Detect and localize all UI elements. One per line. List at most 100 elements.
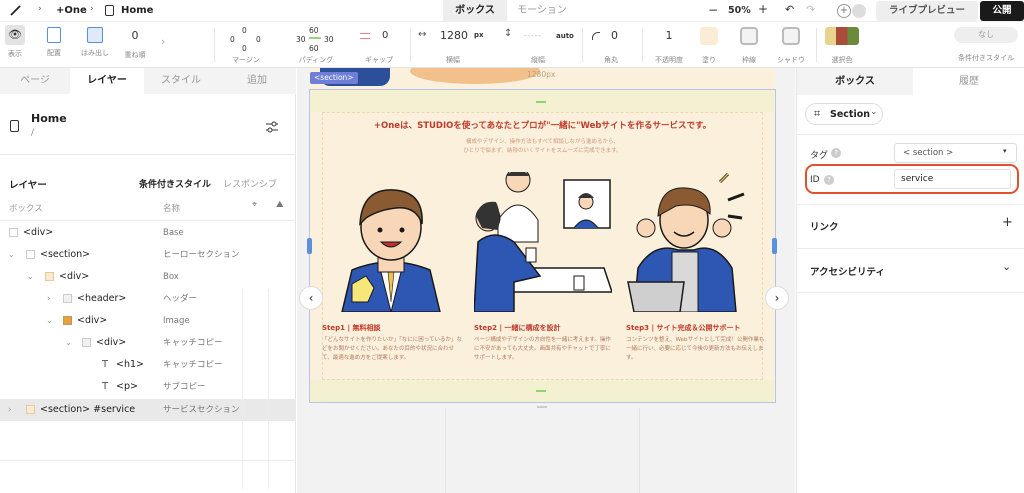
opacity-control[interactable]: 1 不透明度 bbox=[650, 22, 688, 68]
settings-sliders-icon[interactable] bbox=[265, 118, 279, 133]
chevron-right-icon[interactable]: › bbox=[161, 35, 165, 48]
step2-title[interactable]: Step2 | 一緒に構成を設計 bbox=[474, 323, 560, 333]
radius-control[interactable]: 0 角丸 bbox=[586, 22, 636, 68]
conditional-style-tab[interactable]: 条件付きスタイル bbox=[139, 177, 211, 190]
live-preview-button[interactable]: ライブプレビュー bbox=[876, 1, 978, 21]
layer-row[interactable]: ⌄ <div> キャッチコピー bbox=[0, 332, 296, 354]
margin-left[interactable]: 0 bbox=[230, 35, 235, 44]
chevron-down-icon[interactable]: ⌄ bbox=[65, 332, 72, 354]
zindex-value[interactable]: 0 bbox=[120, 22, 150, 50]
undo-icon[interactable]: ↶ bbox=[785, 3, 794, 16]
step2-illustration[interactable] bbox=[474, 172, 612, 312]
zoom-in-button[interactable]: + bbox=[758, 2, 768, 16]
margin-control[interactable]: 0 0 0 0 マージン bbox=[224, 22, 268, 68]
publish-button[interactable]: 公開 bbox=[980, 1, 1024, 21]
tab-style[interactable]: スタイル bbox=[144, 68, 218, 94]
height-value[interactable]: ----- bbox=[524, 32, 542, 40]
step1-desc[interactable]: 「どんなサイトを作りたいか」「なにに困っているか」などをお聞かせください。あなた… bbox=[322, 336, 462, 363]
pointer-icon[interactable]: ⌖ bbox=[252, 200, 257, 210]
tab-history[interactable]: 履歴 bbox=[913, 68, 1024, 95]
redo-icon[interactable]: ↷ bbox=[806, 3, 815, 16]
chevron-right-icon[interactable]: › bbox=[47, 288, 51, 310]
add-collaborator-icon[interactable]: + bbox=[837, 4, 851, 18]
section-badge[interactable]: <section> bbox=[310, 72, 358, 84]
tag-select[interactable]: < section > ▾ bbox=[894, 143, 1017, 163]
padding-handle[interactable] bbox=[536, 101, 546, 103]
padding-left[interactable]: 30 bbox=[296, 35, 306, 44]
step3-desc[interactable]: コンテンツを整え、Webサイトとして完成！公開作業も一緒に行い、必要に応じて今後… bbox=[626, 336, 766, 363]
service-subcopy-2[interactable]: ひとりで悩まず、納得のいくサイトをスムーズに完成できます。 bbox=[310, 146, 775, 154]
width-value[interactable]: 1280 bbox=[440, 29, 468, 42]
layer-row[interactable]: ⌄ <div> Image bbox=[0, 310, 296, 332]
width-unit[interactable]: px bbox=[474, 31, 484, 39]
step1-title[interactable]: Step1 | 無料相談 bbox=[322, 323, 380, 333]
shadow-icon[interactable] bbox=[782, 27, 800, 45]
height-unit[interactable]: auto bbox=[556, 32, 574, 40]
layer-row[interactable]: ⌄ <div> Box bbox=[0, 266, 296, 288]
selection-color-control[interactable]: 選択色 bbox=[822, 22, 862, 68]
tab-box[interactable]: ボックス bbox=[797, 68, 913, 95]
display-control[interactable]: 👁 表示 bbox=[3, 22, 27, 68]
service-section[interactable]: +Oneは、STUDIOを使ってあなたとプロが"一緒に"Webサイトを作るサービ… bbox=[307, 89, 777, 403]
tab-box[interactable]: ボックス bbox=[443, 0, 507, 22]
border-icon[interactable] bbox=[740, 27, 758, 45]
conditional-style-select[interactable]: なし bbox=[954, 27, 1018, 43]
section-bottom-handle[interactable] bbox=[537, 406, 547, 408]
step3-illustration[interactable] bbox=[624, 172, 764, 312]
zoom-level[interactable]: 50% bbox=[728, 5, 751, 16]
element-type-selector[interactable]: ⌗ Section ⌄ bbox=[805, 103, 883, 125]
conditional-style-control[interactable]: なし 条件付きスタイル bbox=[950, 22, 1022, 68]
design-canvas[interactable]: <section> 1280px +Oneは、STUDIOを使ってあなたとプロが… bbox=[297, 68, 795, 493]
service-headline[interactable]: +Oneは、STUDIOを使ってあなたとプロが"一緒に"Webサイトを作るサービ… bbox=[310, 119, 775, 131]
avatar[interactable] bbox=[852, 4, 866, 18]
padding-bottom[interactable]: 60 bbox=[309, 44, 319, 53]
gap-value[interactable]: 0 bbox=[382, 30, 388, 41]
step1-illustration[interactable] bbox=[322, 172, 460, 312]
tab-page[interactable]: ページ bbox=[0, 68, 70, 94]
margin-bottom[interactable]: 0 bbox=[242, 44, 247, 53]
fill-control[interactable]: 塗り bbox=[696, 22, 722, 68]
layer-row[interactable]: T <p> サブコピー bbox=[0, 376, 296, 398]
checkbox-icon[interactable] bbox=[26, 250, 35, 259]
shadow-control[interactable]: シャドウ bbox=[776, 22, 806, 68]
padding-right[interactable]: 30 bbox=[324, 35, 334, 44]
zoom-out-button[interactable]: − bbox=[708, 3, 718, 17]
id-input[interactable]: service bbox=[894, 169, 1011, 189]
step2-desc[interactable]: ページ構成やデザインの方向性を一緒に考えます。操作に不安があっても大丈夫。画面共… bbox=[474, 336, 614, 363]
breadcrumb-project[interactable]: +One bbox=[56, 4, 87, 18]
overflow-control[interactable]: はみ出し bbox=[80, 22, 110, 68]
tab-layer[interactable]: レイヤー bbox=[70, 68, 144, 94]
mountain-icon[interactable]: ⛰ bbox=[276, 200, 284, 210]
chevron-down-icon[interactable]: ⌄ bbox=[46, 310, 53, 332]
resize-handle-right[interactable] bbox=[772, 238, 777, 254]
margin-right[interactable]: 0 bbox=[256, 35, 261, 44]
tab-motion[interactable]: モーション bbox=[507, 0, 577, 22]
chevron-down-icon[interactable]: ⌄ bbox=[27, 266, 34, 288]
opacity-value[interactable]: 1 bbox=[650, 22, 688, 50]
layer-row[interactable]: <div> Base bbox=[0, 222, 296, 244]
chevron-down-icon[interactable]: ⌄ bbox=[1002, 260, 1011, 273]
padding-control[interactable]: 60 30 30 60 パディング bbox=[294, 22, 338, 68]
link-section-label[interactable]: リンク bbox=[810, 219, 839, 233]
responsive-tab[interactable]: レスポンシブ bbox=[223, 177, 277, 190]
add-link-icon[interactable]: + bbox=[1002, 215, 1013, 230]
tab-add[interactable]: 追加 bbox=[218, 68, 296, 94]
layer-row[interactable]: ⌄ <section> ヒーローセクション bbox=[0, 244, 296, 266]
layer-row[interactable]: T <h1> キャッチコピー bbox=[0, 354, 296, 376]
selection-color-swatch[interactable] bbox=[825, 27, 859, 45]
checkbox-icon[interactable] bbox=[9, 228, 18, 237]
pen-tool-icon[interactable] bbox=[9, 3, 23, 17]
carousel-next-button[interactable]: › bbox=[765, 286, 789, 310]
zindex-control[interactable]: 0 重ね順 bbox=[120, 22, 150, 68]
accessibility-section-label[interactable]: アクセシビリティ bbox=[810, 264, 885, 278]
layer-row-selected[interactable]: › <section> #service サービスセクション bbox=[0, 399, 296, 421]
layer-row[interactable]: › <header> ヘッダー bbox=[0, 288, 296, 310]
service-subcopy-1[interactable]: 構成やデザイン、操作方法もすべて相談しながら進めるから、 bbox=[310, 137, 775, 145]
radius-value[interactable]: 0 bbox=[611, 29, 618, 42]
fill-swatch[interactable] bbox=[700, 27, 718, 45]
chevron-down-icon[interactable]: ⌄ bbox=[8, 244, 15, 266]
help-icon[interactable]: ? bbox=[824, 175, 834, 185]
padding-top[interactable]: 60 bbox=[309, 26, 319, 35]
chevron-right-icon[interactable]: › bbox=[8, 399, 12, 421]
width-control[interactable]: ↔ 1280 px 横幅 bbox=[414, 22, 492, 68]
